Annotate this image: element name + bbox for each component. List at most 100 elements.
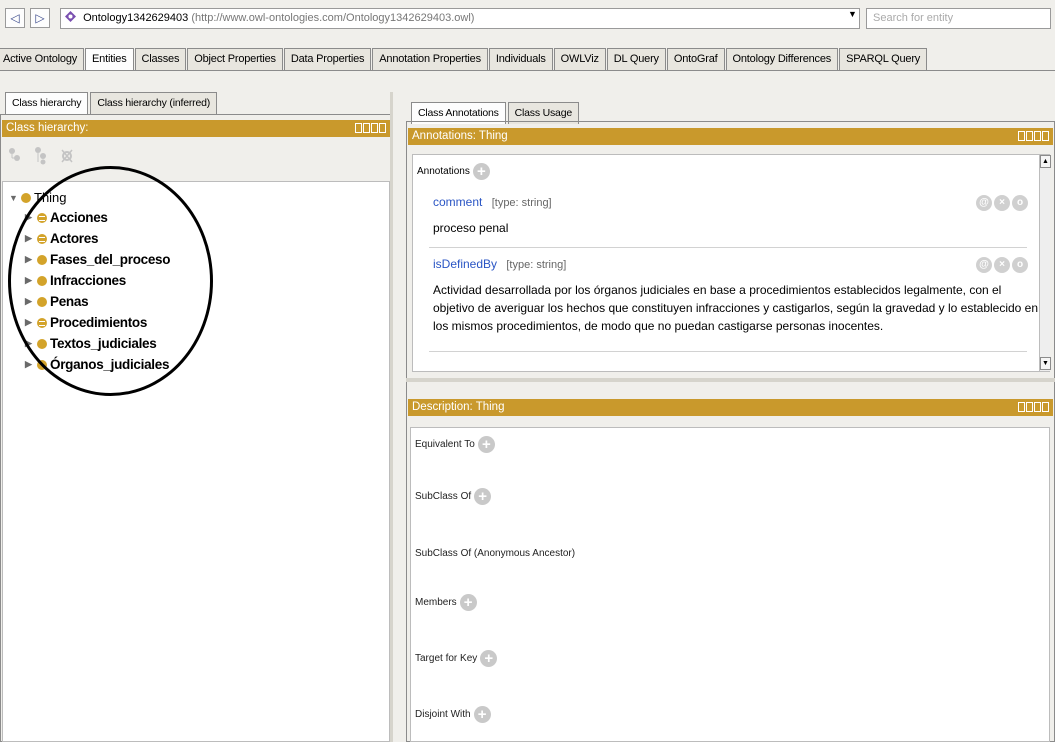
section-label: Target for Key <box>415 653 478 664</box>
tab-dl-query[interactable]: DL Query <box>606 48 666 70</box>
class-icon <box>37 359 47 370</box>
add-subclass-icon[interactable] <box>5 145 25 169</box>
tab-annotation-properties[interactable]: Annotation Properties <box>372 48 488 70</box>
expand-arrow-icon[interactable]: ▶ <box>25 212 37 223</box>
chevron-down-icon[interactable]: ▼ <box>848 9 857 19</box>
view-controls <box>355 123 386 133</box>
add-disjoint-icon[interactable]: + <box>473 706 491 723</box>
tree-item-penas[interactable]: ▶ Penas <box>25 294 89 309</box>
add-member-icon[interactable]: + <box>459 594 477 611</box>
tree-item-label: Órganos_judiciales <box>50 357 170 372</box>
close-view-icon[interactable] <box>1042 131 1049 141</box>
tree-item-actores[interactable]: ▶ Actores <box>25 231 98 246</box>
tree-item-organos-judiciales[interactable]: ▶ Órganos_judiciales <box>25 357 169 372</box>
add-equivalent-icon[interactable]: + <box>477 436 495 453</box>
expand-arrow-icon[interactable]: ▶ <box>25 296 37 307</box>
expand-arrow-icon[interactable]: ▼ <box>9 193 21 203</box>
section-equivalent-to: Equivalent To + <box>415 436 495 453</box>
tree-item-fases-del-proceso[interactable]: ▶ Fases_del_proceso <box>25 252 171 267</box>
vertical-scrollbar[interactable]: ▲ ▼ <box>1039 155 1051 371</box>
tab-owlviz[interactable]: OWLViz <box>553 48 606 70</box>
annotation-property-name[interactable]: comment <box>433 195 482 209</box>
tab-data-properties[interactable]: Data Properties <box>283 48 372 70</box>
pin-view-icon[interactable] <box>1018 402 1025 412</box>
tab-class-hierarchy-inferred[interactable]: Class hierarchy (inferred) <box>90 92 218 114</box>
tab-sparql-query[interactable]: SPARQL Query <box>839 48 928 70</box>
view-controls <box>1018 131 1049 141</box>
expand-arrow-icon[interactable]: ▶ <box>25 317 37 328</box>
class-hierarchy-header: Class hierarchy: <box>2 120 390 137</box>
panel-splitter[interactable] <box>390 92 393 742</box>
annotation-property-comment[interactable]: comment [type: string] <box>433 195 552 209</box>
class-icon <box>37 338 47 349</box>
class-icon <box>37 254 47 265</box>
tree-item-label: Thing <box>34 190 67 205</box>
annotation-value: proceso penal <box>433 221 509 235</box>
forward-button[interactable]: ▷ <box>30 8 50 28</box>
edit-icon[interactable]: o <box>1012 257 1028 273</box>
tree-item-label: Textos_judiciales <box>50 336 157 351</box>
ontology-name: Ontology1342629403 <box>83 12 189 24</box>
tab-ontology-differences[interactable]: Ontology Differences <box>725 48 839 70</box>
annotations-list: Annotations + comment [type: string] @ ×… <box>412 154 1051 372</box>
delete-class-icon[interactable] <box>57 145 77 169</box>
tab-entities[interactable]: Entities <box>85 48 134 70</box>
tab-class-hierarchy[interactable]: Class hierarchy <box>5 92 89 114</box>
expand-arrow-icon[interactable]: ▶ <box>25 275 37 286</box>
tab-active-ontology[interactable]: Active Ontology <box>0 48 85 70</box>
section-label: SubClass Of <box>415 491 472 502</box>
description-panel: Equivalent To + SubClass Of + SubClass O… <box>410 427 1050 742</box>
tree-root-thing[interactable]: ▼ Thing <box>9 190 67 205</box>
tab-classes[interactable]: Classes <box>134 48 187 70</box>
annotation-property-name[interactable]: isDefinedBy <box>433 257 497 271</box>
expand-arrow-icon[interactable]: ▶ <box>25 359 37 370</box>
panel-title: Description: Thing <box>412 401 505 413</box>
divider <box>429 351 1027 352</box>
scroll-up-icon[interactable]: ▲ <box>1040 155 1051 168</box>
delete-icon[interactable]: × <box>994 195 1010 211</box>
section-label: Disjoint With <box>415 709 471 720</box>
tree-item-infracciones[interactable]: ▶ Infracciones <box>25 273 126 288</box>
annotation-property-isdefinedby[interactable]: isDefinedBy [type: string] <box>433 257 566 271</box>
expand-arrow-icon[interactable]: ▶ <box>25 254 37 265</box>
tab-object-properties[interactable]: Object Properties <box>187 48 283 70</box>
close-view-icon[interactable] <box>379 123 386 133</box>
add-superclass-icon[interactable]: + <box>474 488 492 505</box>
annotate-icon[interactable]: @ <box>976 195 992 211</box>
split-view-icon[interactable] <box>1026 131 1033 141</box>
tree-item-textos-judiciales[interactable]: ▶ Textos_judiciales <box>25 336 157 351</box>
add-sibling-icon[interactable] <box>31 145 51 169</box>
tree-item-label: Procedimientos <box>50 315 148 330</box>
expand-arrow-icon[interactable]: ▶ <box>25 338 37 349</box>
main-tab-bar: Active Ontology Entities Classes Object … <box>0 48 928 70</box>
float-view-icon[interactable] <box>1034 131 1041 141</box>
tab-individuals[interactable]: Individuals <box>488 48 553 70</box>
annotation-actions: @ × o <box>976 195 1028 211</box>
split-view-icon[interactable] <box>1026 402 1033 412</box>
float-view-icon[interactable] <box>1034 402 1041 412</box>
delete-icon[interactable]: × <box>994 257 1010 273</box>
search-input[interactable]: Search for entity <box>866 8 1051 29</box>
split-view-icon[interactable] <box>363 123 370 133</box>
class-icon <box>37 296 47 307</box>
scroll-down-icon[interactable]: ▼ <box>1040 357 1051 370</box>
section-subclass-of: SubClass Of + <box>415 488 492 505</box>
tree-item-label: Acciones <box>50 210 108 225</box>
tree-item-procedimientos[interactable]: ▶ Procedimientos <box>25 315 147 330</box>
ontology-iri-field[interactable]: Ontology1342629403 (http://www.owl-ontol… <box>60 8 860 29</box>
defined-class-icon <box>37 212 47 223</box>
float-view-icon[interactable] <box>371 123 378 133</box>
pin-view-icon[interactable] <box>355 123 362 133</box>
expand-arrow-icon[interactable]: ▶ <box>25 233 37 244</box>
tree-item-acciones[interactable]: ▶ Acciones <box>25 210 108 225</box>
add-key-icon[interactable]: + <box>480 650 498 667</box>
tab-ontograf[interactable]: OntoGraf <box>666 48 725 70</box>
edit-icon[interactable]: o <box>1012 195 1028 211</box>
annotate-icon[interactable]: @ <box>976 257 992 273</box>
horizontal-splitter[interactable] <box>406 378 1055 382</box>
panel-title: Class hierarchy: <box>6 122 89 134</box>
pin-view-icon[interactable] <box>1018 131 1025 141</box>
close-view-icon[interactable] <box>1042 402 1049 412</box>
back-button[interactable]: ◁ <box>5 8 25 28</box>
add-annotation-icon[interactable]: + <box>472 163 490 180</box>
